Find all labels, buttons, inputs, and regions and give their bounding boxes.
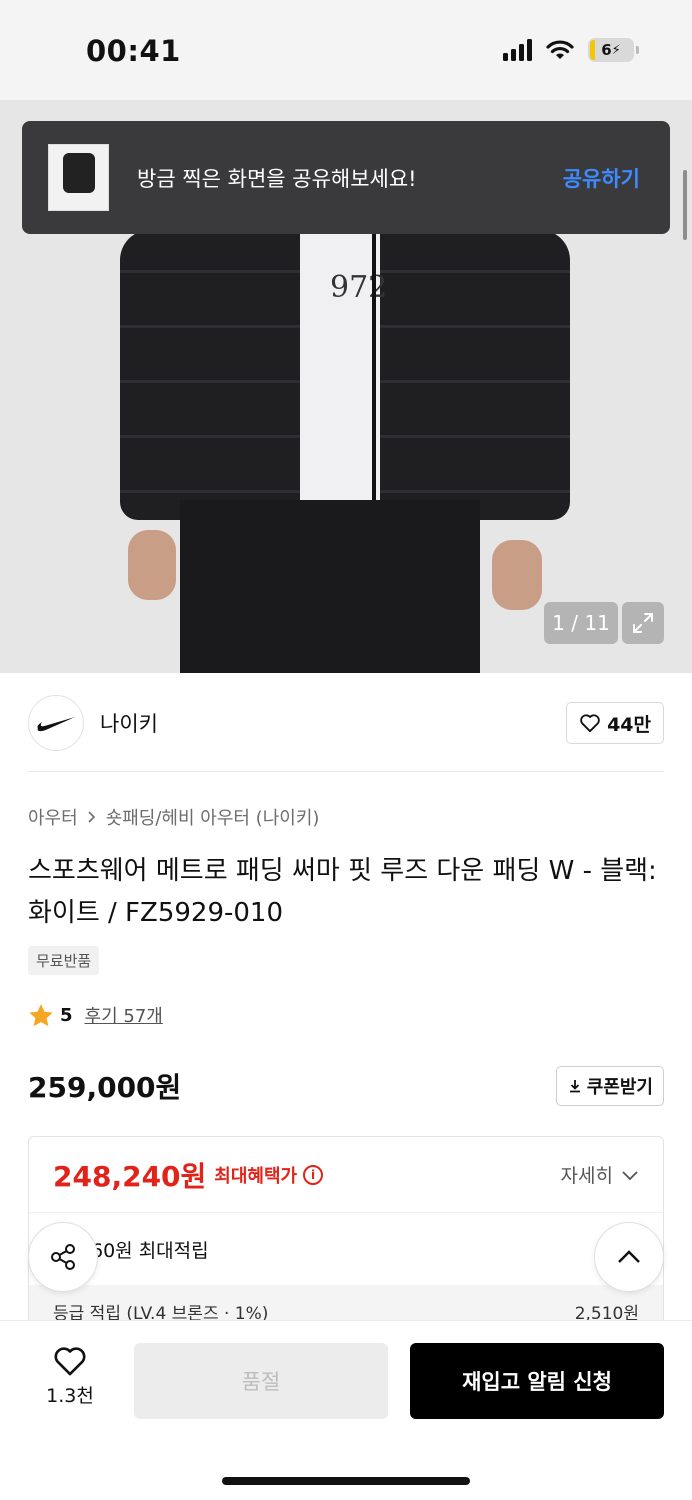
benefit-label: 최대혜택가 xyxy=(214,1165,298,1187)
benefit-header[interactable]: 248,240원 최대혜택가 i 자세히 xyxy=(29,1137,663,1213)
breadcrumb: 아우터 숏패딩/헤비 아우터 (나이키) xyxy=(28,804,319,830)
bottom-action-bar: 1.3천 품절 재입고 알림 신청 xyxy=(0,1320,692,1500)
points-row: 60원 최대적립 xyxy=(29,1213,663,1285)
free-return-tag: 무료반품 xyxy=(28,946,100,975)
brand-name[interactable]: 나이키 xyxy=(100,708,566,738)
review-link[interactable]: 후기 57개 xyxy=(85,1002,163,1028)
status-bar: 00:41 6 ⚡ xyxy=(0,0,692,100)
detail-label: 자세히 xyxy=(560,1165,613,1187)
heart-icon xyxy=(580,714,600,733)
breadcrumb-level2[interactable]: 숏패딩/헤비 아우터 (나이키) xyxy=(106,804,320,830)
hand-right xyxy=(492,540,542,610)
brand-row: 나이키 44만 xyxy=(28,694,664,752)
scroll-top-button[interactable] xyxy=(594,1222,664,1292)
heart-icon xyxy=(54,1347,86,1376)
rating: 5 후기 57개 xyxy=(28,1002,163,1028)
pants-illustration xyxy=(180,500,480,673)
brand-logo[interactable] xyxy=(28,695,84,751)
wishlist-count: 1.3천 xyxy=(46,1385,94,1407)
restock-alert-button[interactable]: 재입고 알림 신청 xyxy=(410,1343,664,1419)
signal-icon xyxy=(503,39,532,61)
coupon-label: 쿠폰받기 xyxy=(586,1077,653,1098)
points-text: 60원 최대적립 xyxy=(91,1239,209,1262)
chevron-down-icon xyxy=(622,1170,638,1180)
star-icon xyxy=(29,1003,53,1026)
benefit-price: 248,240원 xyxy=(53,1159,207,1193)
status-icons: 6 ⚡ xyxy=(503,38,639,62)
brand-like-count: 44만 xyxy=(607,713,651,736)
image-counter: 1 / 11 xyxy=(544,602,618,644)
status-time: 00:41 xyxy=(86,34,181,68)
battery-icon: 6 ⚡ xyxy=(588,38,639,62)
benefit-box: 248,240원 최대혜택가 i 자세히 60원 최대적립 등급 적립 (LV.… xyxy=(28,1136,664,1336)
share-button[interactable] xyxy=(28,1222,98,1292)
product-title: 스포츠웨어 메트로 패딩 써마 핏 루즈 다운 패딩 W - 블랙:화이트 / … xyxy=(28,856,657,928)
chevron-right-icon xyxy=(88,811,95,823)
coupon-button[interactable]: 쿠폰받기 xyxy=(555,1066,664,1106)
toast-message: 방금 찍은 화면을 공유해보세요! xyxy=(137,166,417,191)
brand-like-button[interactable]: 44만 xyxy=(566,702,664,744)
wifi-icon xyxy=(546,40,574,59)
expand-icon xyxy=(633,613,653,633)
home-indicator[interactable] xyxy=(222,1477,470,1485)
detail-toggle[interactable]: 자세히 xyxy=(561,1161,639,1188)
share-now-button[interactable]: 공유하기 xyxy=(563,163,640,193)
hand-left xyxy=(128,530,176,600)
expand-button[interactable] xyxy=(622,602,664,644)
rating-score: 5 xyxy=(60,1004,73,1026)
share-icon xyxy=(51,1244,75,1270)
download-icon xyxy=(569,1080,580,1093)
info-icon[interactable]: i xyxy=(303,1164,324,1185)
battery-level: 6 xyxy=(601,41,612,59)
price: 259,000원 xyxy=(28,1071,182,1104)
wishlist-button[interactable]: 1.3천 xyxy=(30,1345,110,1408)
price-row: 259,000원 쿠폰받기 xyxy=(28,1066,664,1106)
share-toast: 방금 찍은 화면을 공유해보세요! 공유하기 xyxy=(22,121,670,234)
screenshot-thumbnail[interactable] xyxy=(48,144,109,211)
soldout-button[interactable]: 품절 xyxy=(134,1343,388,1419)
breadcrumb-level1[interactable]: 아우터 xyxy=(28,804,78,830)
scroll-indicator[interactable] xyxy=(683,170,687,240)
shirt-print: 972 xyxy=(330,270,388,305)
nike-swoosh-icon xyxy=(37,717,75,732)
chevron-up-icon xyxy=(618,1250,640,1263)
divider xyxy=(28,771,664,772)
zipper xyxy=(372,230,376,520)
